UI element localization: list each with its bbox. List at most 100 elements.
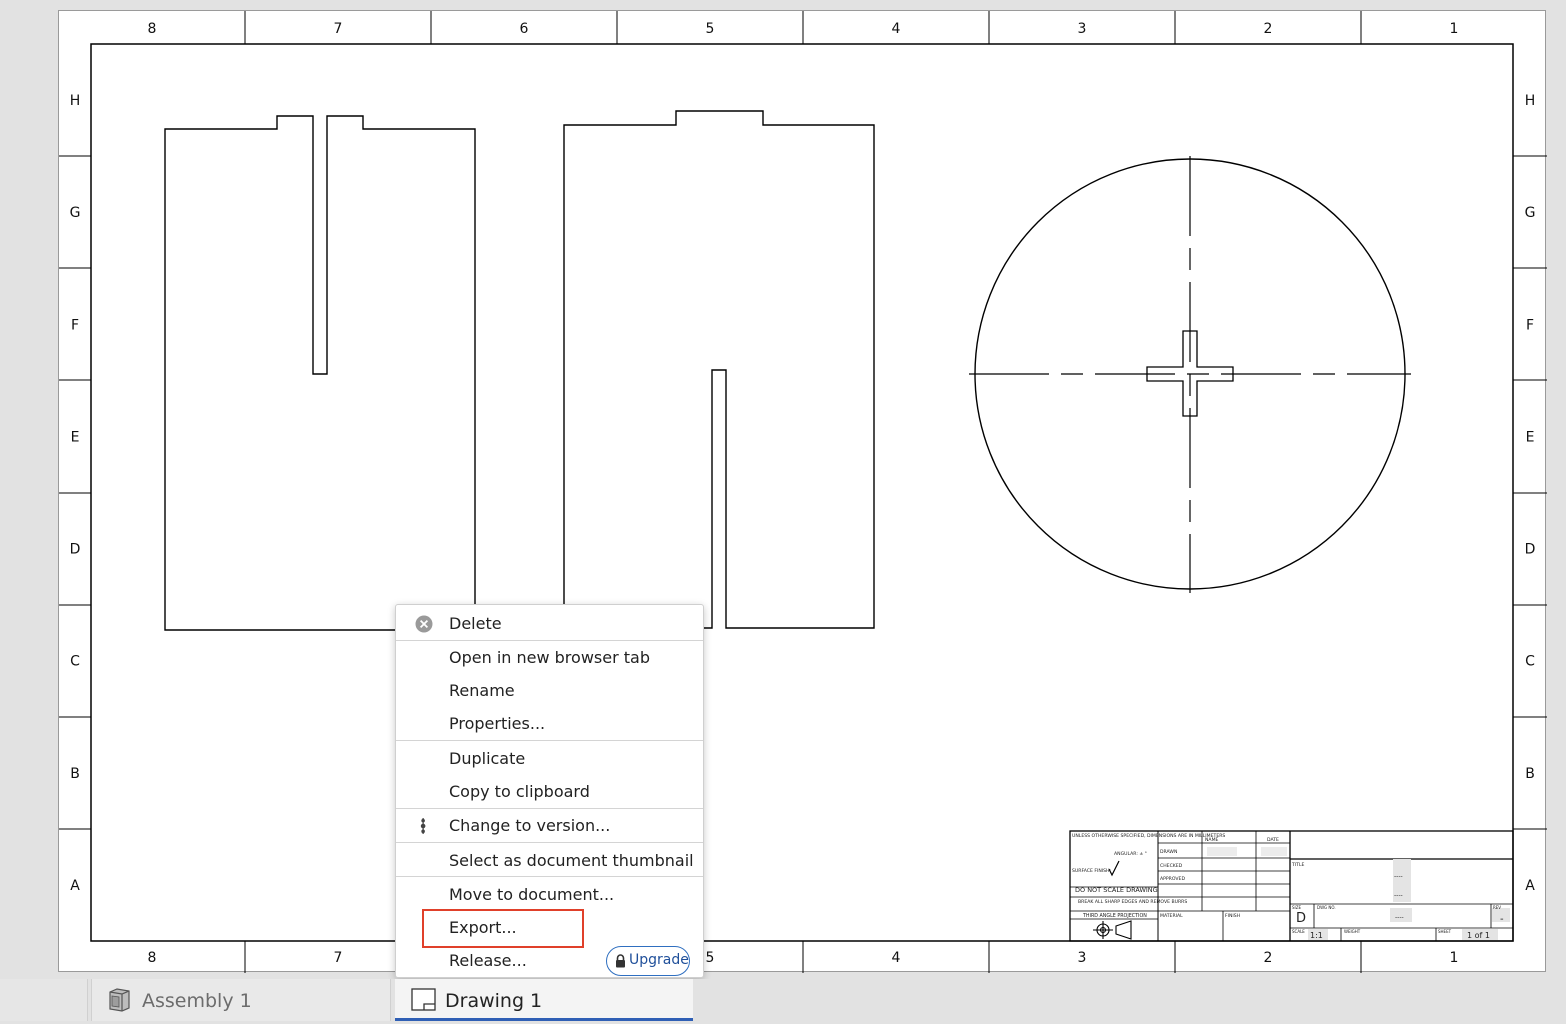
tb-rev: REV	[1493, 905, 1501, 910]
menu-separator	[396, 876, 703, 877]
menu-item-move-to-document[interactable]: Move to document...	[396, 879, 703, 911]
zone-row-label: G	[1525, 205, 1536, 221]
tab-bar: Assembly 1 Drawing 1	[0, 979, 1566, 1024]
zone-column-label: 3	[1078, 950, 1087, 966]
delete-circle-x-icon	[415, 615, 433, 633]
menu-item-label: Select as document thumbnail	[449, 851, 694, 870]
drawing-sheet[interactable]: 8877665544332211HHGGFFEEDDCCBBAA	[58, 10, 1547, 973]
part-view-left[interactable]	[164, 115, 476, 631]
tb-title-value: ----	[1394, 873, 1403, 880]
tb-dwg-no: DWG NO.	[1317, 905, 1336, 910]
menu-item-change-version[interactable]: Change to version...	[396, 810, 703, 842]
tb-drawn: DRAWN	[1160, 849, 1177, 855]
menu-item-label: Change to version...	[449, 816, 611, 835]
part-view-circular[interactable]	[969, 156, 1411, 593]
tab-blank[interactable]	[0, 979, 88, 1021]
menu-item-label: Duplicate	[449, 749, 526, 768]
zone-column-label: 4	[892, 950, 901, 966]
zone-column-label: 4	[892, 21, 901, 37]
tb-scale-label: SCALE	[1292, 929, 1305, 934]
tb-name-header: NAME	[1205, 837, 1219, 843]
zone-row-label: C	[1525, 654, 1535, 670]
upgrade-button[interactable]: Upgrade	[606, 946, 690, 976]
menu-item-select-thumbnail[interactable]: Select as document thumbnail	[396, 845, 703, 877]
zone-row-label: D	[70, 542, 81, 558]
zone-column-label: 1	[1450, 950, 1459, 966]
menu-item-label: Rename	[449, 681, 515, 700]
tab-label: Drawing 1	[445, 990, 543, 1012]
zone-column-label: 8	[148, 950, 157, 966]
zone-column-label: 5	[706, 950, 715, 966]
tb-surface-finish: SURFACE FINISH:	[1072, 868, 1111, 874]
menu-item-rename[interactable]: Rename	[396, 675, 703, 707]
tab-label: Assembly 1	[142, 990, 252, 1012]
menu-item-label: Export...	[449, 918, 517, 937]
tb-notes: UNLESS OTHERWISE SPECIFIED, DIMENSIONS A…	[1072, 833, 1225, 839]
tb-approved: APPROVED	[1160, 876, 1185, 882]
menu-item-label: Delete	[449, 614, 502, 633]
zone-column-label: 8	[148, 21, 157, 37]
menu-item-label: Properties...	[449, 714, 546, 733]
tb-checked: CHECKED	[1160, 863, 1183, 869]
zone-column-label: 7	[334, 21, 343, 37]
menu-separator	[396, 640, 703, 641]
tb-sheet-label: SHEET	[1438, 929, 1452, 934]
tb-title: TITLE	[1291, 862, 1305, 868]
zone-row-label: E	[71, 429, 80, 445]
zone-column-label: 7	[334, 950, 343, 966]
zone-row-label: B	[1525, 766, 1535, 782]
zone-column-label: 6	[520, 21, 529, 37]
tb-dwg-value: ----	[1395, 914, 1404, 921]
zone-column-label: 3	[1078, 21, 1087, 37]
tb-finish: FINISH	[1225, 913, 1240, 919]
assembly-cube-icon	[109, 988, 130, 1012]
zone-row-label: A	[1525, 878, 1535, 894]
tb-projection: THIRD ANGLE PROJECTION	[1082, 913, 1147, 919]
context-menu: Delete Open in new browser tab Rename Pr…	[395, 604, 704, 978]
drawing-sheet-icon	[411, 988, 436, 1011]
zone-grid	[59, 11, 1547, 973]
tb-break-edges: BREAK ALL SHARP EDGES AND REMOVE BURRS	[1078, 899, 1187, 905]
zone-column-label: 2	[1264, 21, 1273, 37]
version-graph-icon	[420, 818, 426, 834]
menu-item-copy-clipboard[interactable]: Copy to clipboard	[396, 776, 703, 808]
menu-item-label: Move to document...	[449, 885, 615, 904]
drawing-border	[90, 43, 1514, 942]
zone-column-label: 1	[1450, 21, 1459, 37]
tb-size-value: D	[1296, 911, 1306, 926]
zone-row-label: H	[1525, 93, 1536, 109]
tb-sheet-value: 1 of 1	[1467, 931, 1490, 940]
tab-assembly[interactable]: Assembly 1	[91, 979, 391, 1021]
tb-date-header: DATE	[1267, 837, 1279, 843]
tb-title-value-2: ----	[1394, 892, 1403, 899]
zone-labels: 8877665544332211HHGGFFEEDDCCBBAA	[70, 21, 1536, 966]
zone-row-label: D	[1525, 542, 1536, 558]
menu-item-properties[interactable]: Properties...	[396, 708, 703, 740]
tb-do-not-scale: DO NOT SCALE DRAWING	[1075, 886, 1158, 894]
menu-item-label: Copy to clipboard	[449, 782, 590, 801]
zone-row-label: H	[70, 93, 81, 109]
tb-scale-value: 1:1	[1310, 931, 1323, 940]
menu-item-label: Release...	[449, 951, 527, 970]
menu-item-delete[interactable]: Delete	[396, 608, 703, 640]
zone-row-label: E	[1526, 429, 1535, 445]
tb-material: MATERIAL	[1160, 913, 1183, 919]
menu-separator	[396, 842, 703, 843]
menu-item-duplicate[interactable]: Duplicate	[396, 743, 703, 775]
tb-angular: ANGULAR: ± °	[1114, 851, 1147, 857]
menu-separator	[396, 740, 703, 741]
zone-row-label: C	[70, 654, 80, 670]
tb-size-label: SIZE	[1292, 905, 1301, 910]
zone-column-label: 5	[706, 21, 715, 37]
menu-separator	[396, 808, 703, 809]
lock-icon	[616, 954, 625, 968]
title-block-text: UNLESS OTHERWISE SPECIFIED, DIMENSIONS A…	[1072, 833, 1504, 940]
zone-row-label: B	[70, 766, 80, 782]
menu-item-label: Open in new browser tab	[449, 648, 650, 667]
drawing-canvas[interactable]: 8877665544332211HHGGFFEEDDCCBBAA	[59, 11, 1547, 973]
third-angle-projection-icon	[1093, 920, 1132, 940]
menu-item-export[interactable]: Export...	[396, 912, 703, 944]
menu-item-open-new-tab[interactable]: Open in new browser tab	[396, 642, 703, 674]
part-view-middle[interactable]	[563, 110, 875, 629]
tab-drawing[interactable]: Drawing 1	[395, 979, 693, 1021]
